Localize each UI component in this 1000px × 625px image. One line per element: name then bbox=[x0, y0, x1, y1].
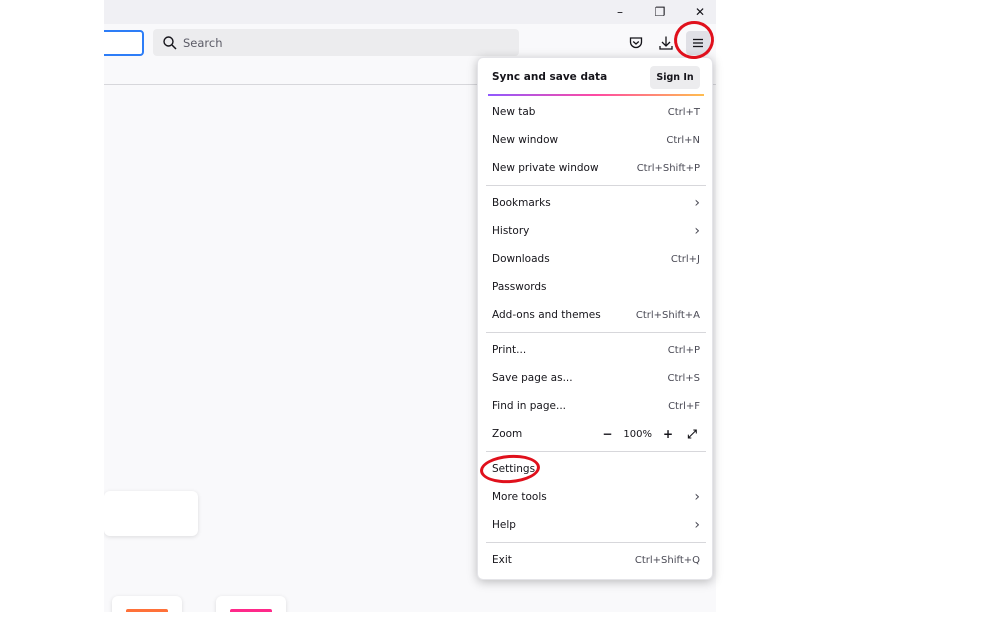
search-bar[interactable] bbox=[153, 29, 519, 56]
menu-item-zoom: Zoom − 100% + ⤢ bbox=[484, 420, 708, 448]
close-button[interactable]: ✕ bbox=[680, 0, 716, 24]
search-input[interactable] bbox=[183, 35, 483, 50]
shortcut-tile[interactable] bbox=[112, 596, 182, 612]
menu-item-settings[interactable]: Settings bbox=[484, 455, 708, 483]
menu-item-new-window[interactable]: New window Ctrl+N bbox=[484, 126, 708, 154]
menu-item-print[interactable]: Print... Ctrl+P bbox=[484, 336, 708, 364]
accent-divider bbox=[488, 94, 704, 96]
restore-button[interactable]: ❐ bbox=[640, 0, 680, 24]
tile-swatch bbox=[126, 609, 168, 612]
sync-section: Sync and save data Sign In bbox=[478, 58, 714, 96]
zoom-level[interactable]: 100% bbox=[623, 429, 652, 440]
menu-item-new-private-window[interactable]: New private window Ctrl+Shift+P bbox=[484, 154, 708, 182]
chevron-right-icon: › bbox=[694, 223, 700, 239]
zoom-controls: − 100% + ⤢ bbox=[599, 426, 700, 442]
app-menu-panel: Sync and save data Sign In New tab Ctrl+… bbox=[477, 57, 713, 580]
zoom-out-button[interactable]: − bbox=[599, 426, 615, 442]
shortcut-tile[interactable] bbox=[216, 596, 286, 612]
menu-separator bbox=[486, 185, 706, 186]
pocket-icon[interactable] bbox=[624, 31, 648, 55]
chevron-right-icon: › bbox=[694, 517, 700, 533]
title-bar: – ❐ ✕ bbox=[104, 0, 716, 24]
menu-item-bookmarks[interactable]: Bookmarks › bbox=[484, 189, 708, 217]
chevron-right-icon: › bbox=[694, 195, 700, 211]
menu-item-more-tools[interactable]: More tools › bbox=[484, 483, 708, 511]
menu-separator bbox=[486, 332, 706, 333]
sign-in-button[interactable]: Sign In bbox=[650, 66, 700, 89]
minimize-button[interactable]: – bbox=[600, 0, 640, 24]
menu-item-help[interactable]: Help › bbox=[484, 511, 708, 539]
menu-item-history[interactable]: History › bbox=[484, 217, 708, 245]
url-bar[interactable] bbox=[104, 30, 144, 56]
search-icon bbox=[162, 35, 178, 51]
tile-swatch bbox=[230, 609, 272, 612]
menu-separator bbox=[486, 451, 706, 452]
menu-item-new-tab[interactable]: New tab Ctrl+T bbox=[484, 98, 708, 126]
menu-separator bbox=[486, 542, 706, 543]
menu-item-add-ons[interactable]: Add-ons and themes Ctrl+Shift+A bbox=[484, 301, 708, 329]
zoom-in-button[interactable]: + bbox=[660, 426, 676, 442]
fullscreen-icon[interactable]: ⤢ bbox=[684, 426, 700, 442]
menu-item-find-in-page[interactable]: Find in page... Ctrl+F bbox=[484, 392, 708, 420]
content-card[interactable] bbox=[104, 491, 198, 536]
menu-item-exit[interactable]: Exit Ctrl+Shift+Q bbox=[484, 546, 708, 574]
menu-item-downloads[interactable]: Downloads Ctrl+J bbox=[484, 245, 708, 273]
menu-item-passwords[interactable]: Passwords bbox=[484, 273, 708, 301]
hamburger-icon bbox=[693, 38, 703, 48]
menu-item-save-page[interactable]: Save page as... Ctrl+S bbox=[484, 364, 708, 392]
chevron-right-icon: › bbox=[694, 489, 700, 505]
sync-label: Sync and save data bbox=[492, 71, 608, 83]
app-menu-button[interactable] bbox=[686, 31, 710, 55]
download-icon[interactable] bbox=[654, 31, 678, 55]
